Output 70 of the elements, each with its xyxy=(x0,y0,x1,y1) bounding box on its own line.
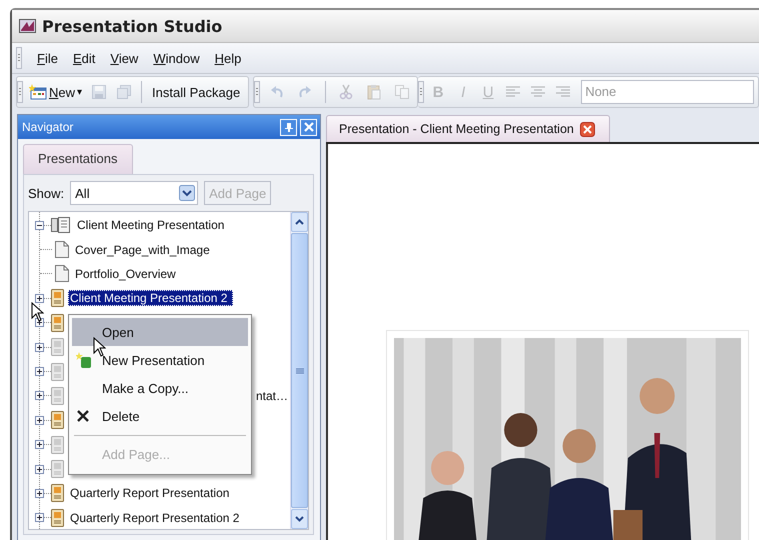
expander-icon[interactable] xyxy=(35,416,44,425)
scissors-icon xyxy=(338,84,354,100)
menu-item[interactable]: Open xyxy=(72,318,248,346)
show-dropdown[interactable]: All xyxy=(70,181,198,205)
new-presentation-icon xyxy=(76,352,92,368)
redo-icon xyxy=(297,84,314,100)
expander-icon[interactable] xyxy=(35,440,44,450)
close-button[interactable] xyxy=(300,118,317,136)
mouse-pointer-icon xyxy=(31,302,44,322)
tree-item[interactable]: Cover_Page_with_Image xyxy=(73,242,212,258)
pin-button[interactable] xyxy=(280,118,297,136)
grip-handle[interactable] xyxy=(16,47,22,69)
close-icon xyxy=(304,122,314,132)
presentation-icon xyxy=(51,362,64,381)
grip-handle[interactable] xyxy=(254,81,260,103)
scroll-down-icon[interactable] xyxy=(291,509,308,529)
panel-title: Navigator xyxy=(22,120,74,134)
new-document-icon xyxy=(29,84,47,100)
grip-handle[interactable] xyxy=(418,81,424,103)
menu-item[interactable]: File xyxy=(37,50,58,66)
presentation-icon xyxy=(51,289,64,308)
presentation-icon xyxy=(51,508,64,527)
menu-item[interactable]: View xyxy=(110,50,138,66)
tree-item[interactable]: Client Meeting Presentation 2 xyxy=(68,290,234,306)
stacked-pages-icon xyxy=(116,84,132,100)
presentation-icon xyxy=(51,460,64,478)
menu-item[interactable]: Window xyxy=(153,50,200,66)
copy-icon xyxy=(394,84,410,100)
show-label: Show: xyxy=(28,186,64,200)
close-icon[interactable] xyxy=(580,122,595,136)
clipboard-icon xyxy=(366,84,382,100)
tree-item[interactable]: Quarterly Report Presentation 2 xyxy=(68,510,242,526)
scroll-up-icon[interactable] xyxy=(291,212,308,232)
window-title: Presentation Studio xyxy=(42,16,222,36)
presentation-icon xyxy=(51,484,64,502)
presentation-icon xyxy=(51,436,64,454)
expander-icon[interactable] xyxy=(35,220,44,230)
tree-item[interactable]: Quarterly Report Presentation xyxy=(68,485,232,502)
page-icon xyxy=(55,241,69,258)
page-icon xyxy=(55,265,69,282)
scroll-thumb[interactable] xyxy=(291,233,308,508)
menu-item[interactable]: Delete xyxy=(72,402,248,430)
presentation-icon xyxy=(51,314,64,332)
new-button[interactable]: New▾ xyxy=(26,80,86,104)
presentation-icon xyxy=(51,386,64,405)
expander-icon[interactable] xyxy=(35,294,44,303)
pin-icon xyxy=(284,122,294,132)
menu-item[interactable]: New Presentation xyxy=(72,346,248,374)
menu-item[interactable]: Edit xyxy=(72,50,96,66)
menu-item[interactable]: Help xyxy=(214,50,242,66)
scrollbar[interactable] xyxy=(290,212,308,529)
tree-item[interactable]: Client Meeting Presentation xyxy=(75,217,226,234)
expander-icon[interactable] xyxy=(35,342,44,352)
expander-icon[interactable] xyxy=(35,367,44,376)
app-icon xyxy=(19,19,36,33)
install-package-button[interactable]: Install Package xyxy=(148,80,244,104)
expander-icon[interactable] xyxy=(35,391,44,400)
delete-icon xyxy=(76,409,90,423)
expander-icon[interactable] xyxy=(35,513,44,522)
presentation-icon xyxy=(51,338,64,356)
document-tab[interactable]: Presentation - Client Meeting Presentation xyxy=(326,115,610,142)
expander-icon[interactable] xyxy=(35,488,44,498)
presentations-tab[interactable]: Presentations xyxy=(23,144,132,174)
grip-handle[interactable] xyxy=(17,81,23,103)
presentation-icon xyxy=(51,411,64,430)
expander-icon[interactable] xyxy=(35,464,44,474)
tree-item[interactable]: ntat… xyxy=(254,388,290,404)
undo-icon xyxy=(269,84,286,100)
tree-item[interactable]: Portfolio_Overview xyxy=(73,266,178,282)
menu-item[interactable]: Make a Copy... xyxy=(72,374,248,402)
